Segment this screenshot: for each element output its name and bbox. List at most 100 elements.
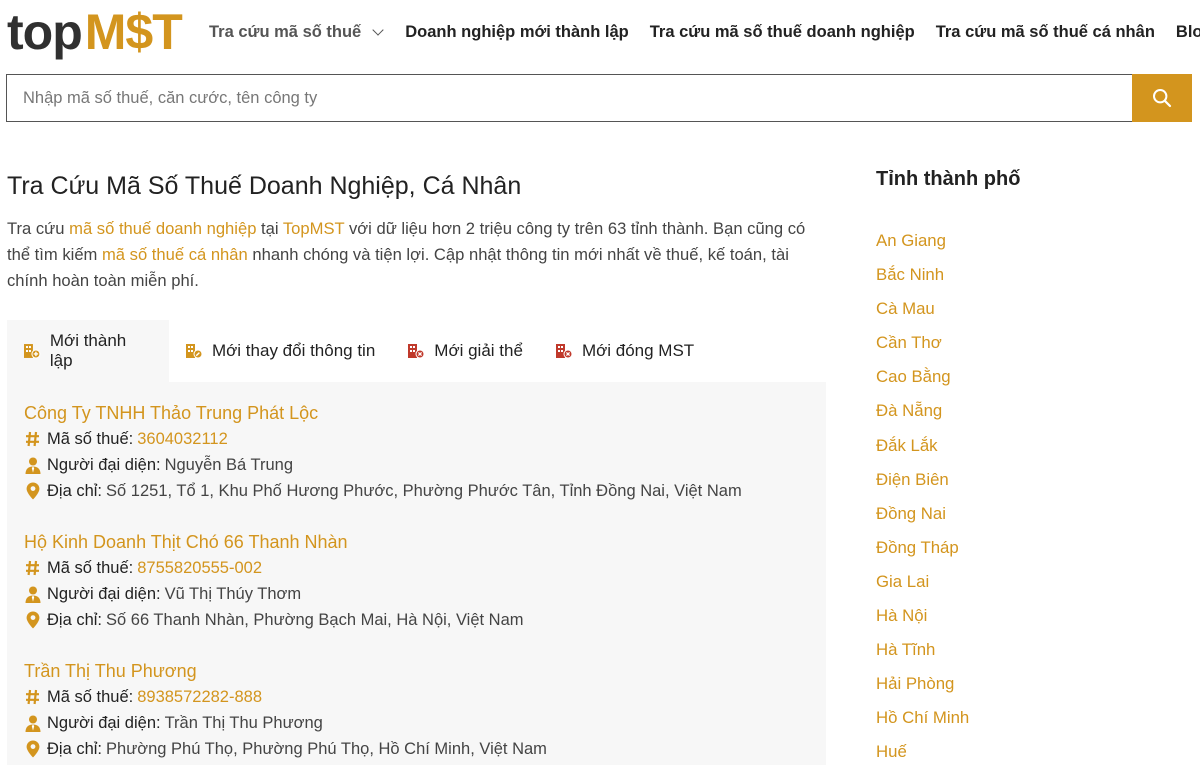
logo-text-mst: M$T <box>84 4 183 60</box>
province-item: Cao Bằng <box>876 360 1176 394</box>
tab-recently-changed[interactable]: Mới thay đổi thông tin <box>169 320 391 382</box>
representative-row: Người đại diện: Trần Thị Thu Phương <box>24 710 547 736</box>
tab-label: Mới giải thể <box>434 341 523 360</box>
province-item: Hà Tĩnh <box>876 633 1176 667</box>
province-link[interactable]: An Giang <box>876 231 946 250</box>
province-item: An Giang <box>876 224 1176 258</box>
tax-code-link[interactable]: 8938572282-888 <box>137 684 262 710</box>
province-item: Đà Nẵng <box>876 394 1176 428</box>
province-list: An Giang Bắc Ninh Cà Mau Cần Thơ Cao Bằn… <box>876 224 1176 765</box>
building-edit-icon <box>186 344 203 359</box>
province-link[interactable]: Cà Mau <box>876 299 935 318</box>
province-item: Đồng Tháp <box>876 531 1176 565</box>
province-link[interactable]: Cần Thơ <box>876 333 942 352</box>
company-item: Hộ Kinh Doanh Thịt Chó 66 Thanh Nhàn Mã … <box>24 529 524 633</box>
company-name-link[interactable]: Trần Thị Thu Phương <box>24 658 547 684</box>
tax-code-label: Mã số thuế: <box>47 688 134 706</box>
representative-label: Người đại diện: <box>47 585 161 603</box>
logo[interactable]: top M$T <box>7 4 183 60</box>
tax-code-link[interactable]: 3604032112 <box>137 426 228 452</box>
sidebar: Tỉnh thành phố An Giang Bắc Ninh Cà Mau … <box>876 166 1176 765</box>
site-header: top M$T Tra cứu mã số thuế Doanh nghiệp … <box>0 0 1200 64</box>
tax-code-row: Mã số thuế: 8938572282-888 <box>24 684 547 710</box>
search-button[interactable] <box>1132 74 1192 122</box>
tax-code-label: Mã số thuế: <box>47 430 134 448</box>
link-business-tax-code[interactable]: mã số thuế doanh nghiệp <box>69 219 256 238</box>
main-content: Tra Cứu Mã Số Thuế Doanh Nghiệp, Cá Nhân… <box>7 170 827 294</box>
link-personal-tax-code[interactable]: mã số thuế cá nhân <box>102 245 248 264</box>
tax-code-row: Mã số thuế: 3604032112 <box>24 426 742 452</box>
address-value: Số 66 Thanh Nhàn, Phường Bạch Mai, Hà Nộ… <box>106 611 524 629</box>
province-link[interactable]: Đồng Nai <box>876 504 946 523</box>
nav-item-personal-tax-lookup[interactable]: Tra cứu mã số thuế cá nhân <box>936 23 1155 42</box>
search-icon <box>1153 89 1172 108</box>
intro-text-part: Tra cứu <box>7 219 70 238</box>
company-name-link[interactable]: Công Ty TNHH Thảo Trung Phát Lộc <box>24 400 742 426</box>
province-item: Gia Lai <box>876 565 1176 599</box>
nav-item-label: Tra cứu mã số thuế <box>209 22 362 41</box>
province-link[interactable]: Đắk Lắk <box>876 436 938 455</box>
companies-panel: Mới thành lập Mới thay đổi thông tin Mới… <box>7 320 826 765</box>
intro-text-part: tại <box>256 219 283 238</box>
nav-item-tax-lookup[interactable]: Tra cứu mã số thuế <box>209 23 384 42</box>
map-marker-icon <box>24 740 41 758</box>
representative-label: Người đại diện: <box>47 456 161 474</box>
province-item: Đắk Lắk <box>876 429 1176 463</box>
tax-code-row: Mã số thuế: 8755820555-002 <box>24 555 524 581</box>
logo-text-top: top <box>7 4 83 60</box>
address-label: Địa chỉ: <box>47 482 103 500</box>
hashtag-icon <box>24 560 41 576</box>
address-label: Địa chỉ: <box>47 740 103 758</box>
address-value: Phường Phú Thọ, Phường Phú Thọ, Hồ Chí M… <box>106 740 547 758</box>
province-link[interactable]: Hải Phòng <box>876 674 954 693</box>
link-topmst[interactable]: TopMST <box>283 219 344 238</box>
nav-item-new-businesses[interactable]: Doanh nghiệp mới thành lập <box>405 23 628 42</box>
tab-closed-tax-code[interactable]: Mới đóng MST <box>539 320 710 382</box>
province-link[interactable]: Gia Lai <box>876 572 929 591</box>
province-link[interactable]: Bắc Ninh <box>876 265 944 284</box>
user-tie-icon <box>24 586 41 603</box>
intro-text: Tra cứu mã số thuế doanh nghiệp tại TopM… <box>7 216 817 294</box>
nav-item-business-tax-lookup[interactable]: Tra cứu mã số thuế doanh nghiệp <box>650 23 915 42</box>
tab-label: Mới đóng MST <box>581 341 695 360</box>
representative-value: Vũ Thị Thúy Thơm <box>164 585 302 603</box>
tab-label: Mới thay đổi thông tin <box>212 341 376 360</box>
province-link[interactable]: Hồ Chí Minh <box>876 708 969 727</box>
tax-code-label: Mã số thuế: <box>47 559 134 577</box>
province-item: Hà Nội <box>876 599 1176 633</box>
address-label: Địa chỉ: <box>47 611 103 629</box>
province-item: Đồng Nai <box>876 497 1176 531</box>
search-bar <box>6 74 1192 122</box>
tab-dissolved[interactable]: Mới giải thể <box>391 320 539 382</box>
tab-bar: Mới thành lập Mới thay đổi thông tin Mới… <box>7 320 826 382</box>
company-name-link[interactable]: Hộ Kinh Doanh Thịt Chó 66 Thanh Nhàn <box>24 529 524 555</box>
tab-newly-established[interactable]: Mới thành lập <box>7 320 169 382</box>
province-link[interactable]: Huế <box>876 742 907 761</box>
building-close-icon <box>408 344 425 359</box>
province-item: Bắc Ninh <box>876 258 1176 292</box>
province-item: Cà Mau <box>876 292 1176 326</box>
province-item: Huế <box>876 735 1176 765</box>
address-value: Số 1251, Tổ 1, Khu Phố Hương Phước, Phườ… <box>106 482 742 500</box>
company-item: Công Ty TNHH Thảo Trung Phát Lộc Mã số t… <box>24 400 742 504</box>
province-link[interactable]: Đà Nẵng <box>876 401 942 420</box>
sidebar-title: Tỉnh thành phố <box>876 168 1021 190</box>
tax-code-link[interactable]: 8755820555-002 <box>137 555 262 581</box>
representative-row: Người đại diện: Nguyễn Bá Trung <box>24 452 742 478</box>
company-item: Trần Thị Thu Phương Mã số thuế: 89385722… <box>24 658 547 762</box>
main-nav: Tra cứu mã số thuế Doanh nghiệp mới thàn… <box>209 19 1200 45</box>
representative-value: Nguyễn Bá Trung <box>164 456 294 474</box>
search-input[interactable] <box>6 74 1132 122</box>
province-link[interactable]: Điện Biên <box>876 470 949 489</box>
address-row: Địa chỉ: Phường Phú Thọ, Phường Phú Thọ,… <box>24 736 547 762</box>
province-link[interactable]: Cao Bằng <box>876 367 951 386</box>
page-title: Tra Cứu Mã Số Thuế Doanh Nghiệp, Cá Nhân <box>7 172 522 200</box>
province-link[interactable]: Hà Tĩnh <box>876 640 935 659</box>
province-link[interactable]: Đồng Tháp <box>876 538 959 557</box>
representative-label: Người đại diện: <box>47 714 161 732</box>
chevron-down-icon <box>372 23 384 36</box>
address-row: Địa chỉ: Số 66 Thanh Nhàn, Phường Bạch M… <box>24 607 524 633</box>
province-link[interactable]: Hà Nội <box>876 606 927 625</box>
representative-value: Trần Thị Thu Phương <box>164 714 323 732</box>
nav-item-blog[interactable]: Blog <box>1176 23 1200 42</box>
